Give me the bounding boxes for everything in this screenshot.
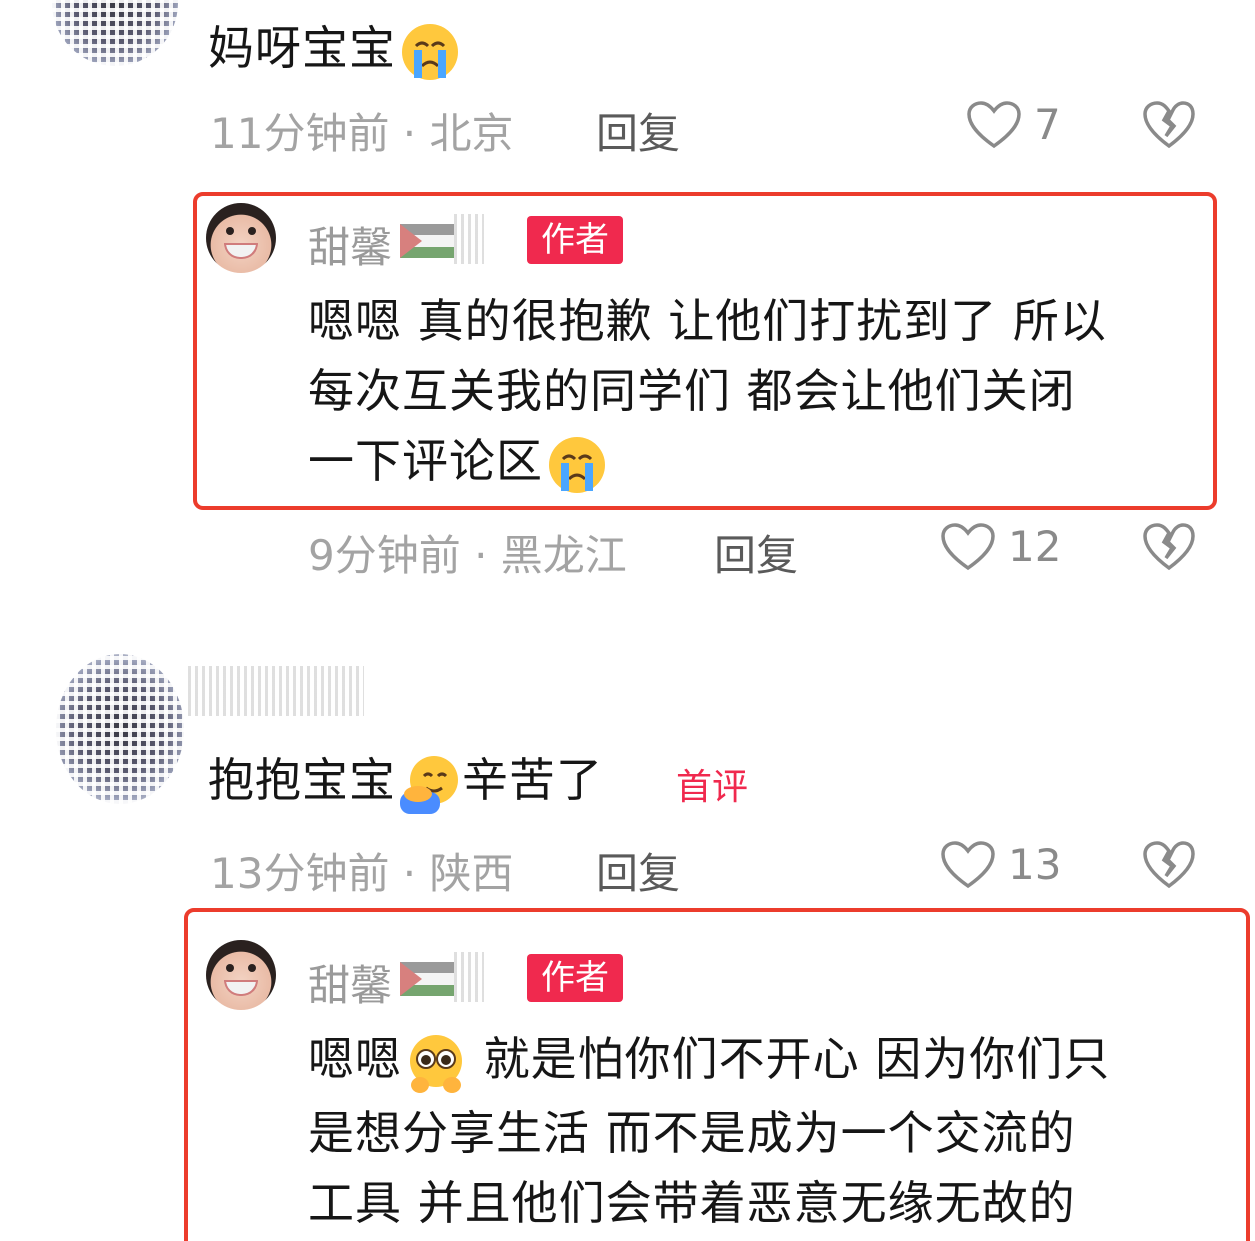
hugging-face-icon <box>400 755 458 814</box>
reply-button[interactable]: 回复 <box>714 522 798 583</box>
comment-meta: 13分钟前 · 陕西 <box>210 849 514 898</box>
reply-button[interactable]: 回复 <box>596 100 680 161</box>
author-avatar[interactable] <box>206 940 276 1010</box>
comment-meta: 11分钟前 · 北京 <box>210 109 514 158</box>
comment-text: 抱抱宝宝 辛苦了 <box>208 744 603 816</box>
reply-line-2: 是想分享生活 而不是成为一个交流的 <box>308 1106 1076 1160</box>
reply-line-2: 每次互关我的同学们 都会让他们关闭 <box>308 364 1076 418</box>
reply-line-1: 嗯嗯 就是怕你们不开心 因为你们只 <box>308 1024 1110 1095</box>
author-name[interactable]: 甜馨 <box>308 214 392 275</box>
like-count: 13 <box>1008 840 1062 889</box>
reply-line-1: 嗯嗯 真的很抱歉 让他们打扰到了 所以 <box>308 294 1107 348</box>
first-comment-badge: 首评 <box>676 767 749 808</box>
reply-button[interactable]: 回复 <box>596 840 680 901</box>
crying-face-icon <box>402 23 458 80</box>
like-heart-icon[interactable] <box>966 100 1022 150</box>
palestine-flag-icon <box>400 224 454 258</box>
author-badge: 作者 <box>527 216 623 264</box>
blurred-username <box>188 666 364 716</box>
dislike-broken-heart-icon[interactable] <box>1142 100 1196 150</box>
blurred-username <box>454 214 484 264</box>
crying-face-icon <box>549 436 605 493</box>
commenter-avatar[interactable] <box>56 654 184 804</box>
palestine-flag-icon <box>400 962 454 996</box>
reply-line-3: 一下评论区 <box>308 426 609 497</box>
author-badge: 作者 <box>527 954 623 1002</box>
commenter-avatar[interactable] <box>52 0 178 66</box>
author-name[interactable]: 甜馨 <box>308 952 392 1013</box>
dislike-broken-heart-icon[interactable] <box>1142 840 1196 890</box>
author-avatar[interactable] <box>206 203 276 273</box>
like-count: 12 <box>1008 522 1062 571</box>
like-count: 7 <box>1034 100 1061 149</box>
like-heart-icon[interactable] <box>940 840 996 890</box>
comment-text: 妈呀宝宝 <box>208 12 462 84</box>
dislike-broken-heart-icon[interactable] <box>1142 522 1196 572</box>
reply-meta: 9分钟前 · 黑龙江 <box>308 531 627 580</box>
blurred-username <box>454 952 484 1002</box>
pleading-face-icon <box>410 1034 462 1093</box>
like-heart-icon[interactable] <box>940 522 996 572</box>
reply-line-3: 工具 并且他们会带着恶意无缘无故的 <box>308 1176 1076 1230</box>
